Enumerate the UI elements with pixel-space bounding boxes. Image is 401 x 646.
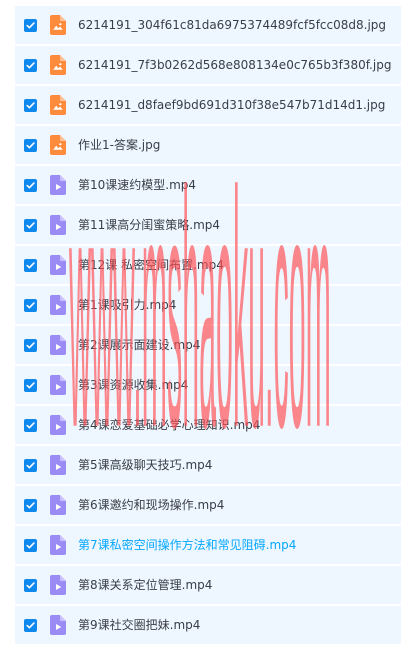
image-file-icon — [50, 95, 66, 115]
file-row[interactable]: 第3课资源收集.mp4 — [15, 366, 401, 404]
checkbox-checked-icon[interactable] — [24, 139, 37, 152]
file-row[interactable]: 6214191_304f61c81da6975374489fcf5fcc08d8… — [15, 6, 401, 44]
file-name[interactable]: 6214191_304f61c81da6975374489fcf5fcc08d8… — [78, 16, 396, 34]
file-row[interactable]: 第4课恋爱基础必学心理知识.mp4 — [15, 406, 401, 444]
file-name[interactable]: 6214191_d8faef9bd691d310f38e547b71d14d1.… — [78, 96, 396, 114]
checkbox-checked-icon[interactable] — [24, 619, 37, 632]
file-name[interactable]: 第3课资源收集.mp4 — [78, 376, 396, 394]
video-file-icon — [50, 335, 66, 355]
video-file-icon — [50, 535, 66, 555]
file-row[interactable]: 6214191_d8faef9bd691d310f38e547b71d14d1.… — [15, 86, 401, 124]
file-row[interactable]: 第6课邀约和现场操作.mp4 — [15, 486, 401, 524]
file-list: 6214191_304f61c81da6975374489fcf5fcc08d8… — [15, 6, 401, 646]
checkbox-checked-icon[interactable] — [24, 59, 37, 72]
file-name[interactable]: 第1课吸引力.mp4 — [78, 296, 396, 314]
video-file-icon — [50, 215, 66, 235]
file-row[interactable]: 6214191_7f3b0262d568e808134e0c765b3f380f… — [15, 46, 401, 84]
file-name[interactable]: 第9课社交圈把妹.mp4 — [78, 616, 396, 634]
image-file-icon — [50, 135, 66, 155]
video-file-icon — [50, 455, 66, 475]
video-file-icon — [50, 615, 66, 635]
checkbox-checked-icon[interactable] — [24, 539, 37, 552]
file-name[interactable]: 第12课 私密空间布置.mp4 — [78, 256, 396, 274]
video-file-icon — [50, 175, 66, 195]
file-row[interactable]: 第11课高分闺蜜策略.mp4 — [15, 206, 401, 244]
file-name[interactable]: 第2课展示面建设.mp4 — [78, 336, 396, 354]
file-name[interactable]: 6214191_7f3b0262d568e808134e0c765b3f380f… — [78, 56, 396, 74]
checkbox-checked-icon[interactable] — [24, 579, 37, 592]
file-row[interactable]: 第12课 私密空间布置.mp4 — [15, 246, 401, 284]
checkbox-checked-icon[interactable] — [24, 99, 37, 112]
video-file-icon — [50, 255, 66, 275]
file-name[interactable]: 第4课恋爱基础必学心理知识.mp4 — [78, 416, 396, 434]
file-row[interactable]: 第1课吸引力.mp4 — [15, 286, 401, 324]
checkbox-checked-icon[interactable] — [24, 19, 37, 32]
video-file-icon — [50, 415, 66, 435]
file-name[interactable]: 第7课私密空间操作方法和常见阻碍.mp4 — [78, 536, 396, 554]
checkbox-checked-icon[interactable] — [24, 179, 37, 192]
file-row[interactable]: 第7课私密空间操作方法和常见阻碍.mp4 — [15, 526, 401, 564]
video-file-icon — [50, 375, 66, 395]
video-file-icon — [50, 295, 66, 315]
file-name[interactable]: 第10课速约模型.mp4 — [78, 176, 396, 194]
file-name[interactable]: 作业1-答案.jpg — [78, 136, 396, 154]
checkbox-checked-icon[interactable] — [24, 299, 37, 312]
file-row[interactable]: 作业1-答案.jpg — [15, 126, 401, 164]
file-row[interactable]: 第9课社交圈把妹.mp4 — [15, 606, 401, 644]
file-name[interactable]: 第6课邀约和现场操作.mp4 — [78, 496, 396, 514]
checkbox-checked-icon[interactable] — [24, 459, 37, 472]
file-name[interactable]: 第5课高级聊天技巧.mp4 — [78, 456, 396, 474]
checkbox-checked-icon[interactable] — [24, 259, 37, 272]
image-file-icon — [50, 15, 66, 35]
checkbox-checked-icon[interactable] — [24, 339, 37, 352]
file-row[interactable]: 第2课展示面建设.mp4 — [15, 326, 401, 364]
video-file-icon — [50, 495, 66, 515]
checkbox-checked-icon[interactable] — [24, 499, 37, 512]
file-row[interactable]: 第10课速约模型.mp4 — [15, 166, 401, 204]
file-row[interactable]: 第8课关系定位管理.mp4 — [15, 566, 401, 604]
checkbox-checked-icon[interactable] — [24, 219, 37, 232]
checkbox-checked-icon[interactable] — [24, 419, 37, 432]
file-row[interactable]: 第5课高级聊天技巧.mp4 — [15, 446, 401, 484]
checkbox-checked-icon[interactable] — [24, 379, 37, 392]
file-name[interactable]: 第11课高分闺蜜策略.mp4 — [78, 216, 396, 234]
image-file-icon — [50, 55, 66, 75]
file-name[interactable]: 第8课关系定位管理.mp4 — [78, 576, 396, 594]
video-file-icon — [50, 575, 66, 595]
